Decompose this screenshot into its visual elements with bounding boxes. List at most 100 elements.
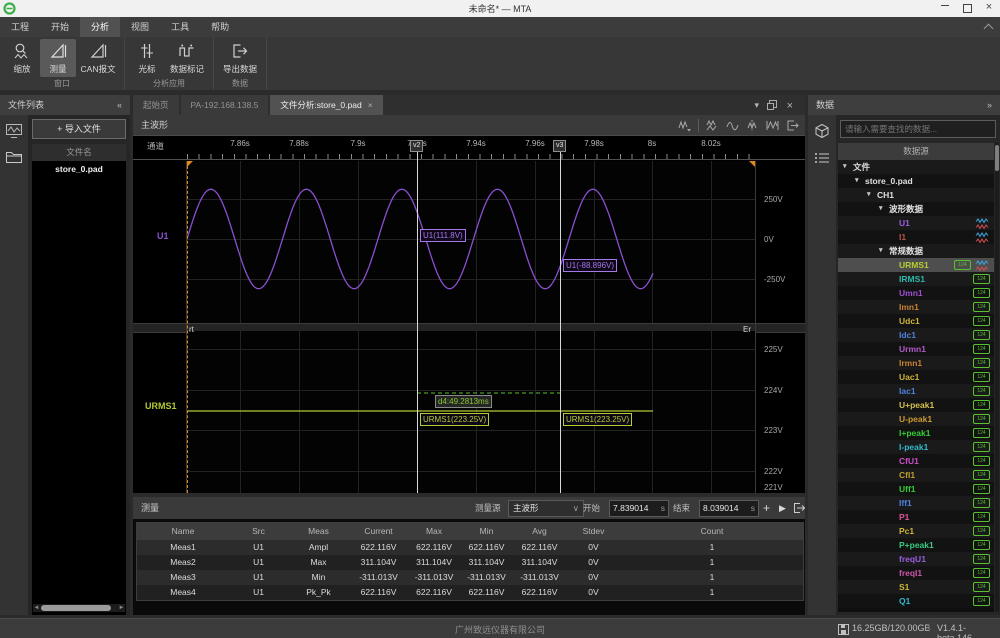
tree-expand-icon[interactable]: ▾ [843, 160, 847, 174]
scroll-left-icon[interactable]: ◄ [33, 604, 40, 612]
wave-overlay-icon[interactable] [698, 119, 719, 132]
tree-item[interactable]: ▾store_0.pad [838, 174, 994, 188]
marker-button[interactable]: 数据标记 [165, 39, 209, 77]
float-window-icon[interactable] [767, 100, 777, 110]
column-header[interactable]: Count [621, 523, 803, 540]
file-item[interactable]: store_0.pad [32, 161, 126, 177]
wave-measure-icon[interactable] [766, 119, 779, 132]
tree-item[interactable]: IRMS1124 [838, 272, 994, 286]
data-search-input[interactable] [840, 120, 996, 138]
column-header[interactable]: Src [229, 523, 288, 540]
tree-item[interactable]: Iac1124 [838, 384, 994, 398]
scroll-right-icon[interactable]: ► [118, 604, 125, 612]
export-button[interactable]: 导出数据 [218, 39, 262, 77]
wave-line-icon[interactable] [726, 119, 739, 132]
close-tabs-icon[interactable]: × [787, 100, 793, 112]
table-row[interactable]: Meas4U1Pk_Pk622.116V622.116V622.116V622.… [137, 585, 803, 600]
wave-menu-icon[interactable] [678, 119, 691, 132]
measure-button[interactable]: 测量 [40, 39, 76, 77]
column-header[interactable]: Meas [288, 523, 349, 540]
menu-item[interactable]: 帮助 [200, 17, 240, 37]
tree-expand-icon[interactable]: ▾ [879, 244, 883, 258]
menu-item[interactable]: 分析 [80, 17, 120, 37]
tree-item[interactable]: Pc1124 [838, 524, 994, 538]
tree-item[interactable]: Iff1124 [838, 496, 994, 510]
tree-item[interactable]: Uff1124 [838, 482, 994, 496]
tree-item[interactable]: P+peak1124 [838, 538, 994, 552]
tree-item[interactable]: freqI1124 [838, 566, 994, 580]
document-tab[interactable]: PA-192.168.138.5 [181, 95, 269, 115]
collapse-ribbon-icon[interactable] [984, 24, 994, 34]
import-file-button[interactable]: + 导入文件 [32, 119, 126, 139]
column-header[interactable]: Stdev [566, 523, 621, 540]
tree-item[interactable]: U+peak1124 [838, 398, 994, 412]
menu-item[interactable]: 开始 [40, 17, 80, 37]
tree-expand-icon[interactable]: ▾ [879, 202, 883, 216]
tree-expand-icon[interactable]: ▾ [855, 174, 859, 188]
file-column-header[interactable]: 文件名 [32, 144, 126, 161]
column-header[interactable]: Current [349, 523, 408, 540]
tree-item[interactable]: Imn1124 [838, 300, 994, 314]
tree-item[interactable]: I-peak1124 [838, 440, 994, 454]
tree-item[interactable]: Urmn1124 [838, 342, 994, 356]
column-header[interactable]: Avg [513, 523, 566, 540]
maximize-button[interactable] [958, 1, 976, 16]
add-measure-icon[interactable]: + [763, 497, 770, 519]
end-time-field[interactable]: 8.039014 s [699, 500, 759, 517]
column-header[interactable]: Name [137, 523, 229, 540]
folder-view-icon[interactable] [5, 149, 23, 164]
tree-item[interactable]: P1124 [838, 510, 994, 524]
collapse-panel-icon[interactable]: « [117, 95, 122, 115]
measure-source-select[interactable]: 主波形∨ [508, 500, 584, 517]
tree-expand-icon[interactable]: ▾ [867, 188, 871, 202]
menu-item[interactable]: 工程 [0, 17, 40, 37]
datasource-icon[interactable] [814, 123, 831, 140]
tree-item[interactable]: U-peak1124 [838, 412, 994, 426]
urms1-plot[interactable] [187, 331, 755, 493]
tree-scrollbar[interactable] [995, 143, 999, 612]
tree-item[interactable]: URMS1124 [838, 258, 994, 272]
close-tab-icon[interactable]: × [368, 100, 373, 110]
export-waveform-icon[interactable] [786, 119, 799, 132]
wave-sample-icon[interactable] [746, 119, 759, 132]
document-tab[interactable]: 起始页 [133, 95, 179, 115]
menu-item[interactable]: 工具 [160, 17, 200, 37]
table-row[interactable]: Meas3U1Min-311.013V-311.013V-311.013V-31… [137, 570, 803, 585]
tree-item[interactable]: I1 [838, 230, 994, 244]
file-list-scrollbar[interactable]: ◄ ► [33, 604, 125, 612]
tree-item[interactable]: CfI1124 [838, 468, 994, 482]
tree-item[interactable]: I+peak1124 [838, 426, 994, 440]
tree-item[interactable]: Irmn1124 [838, 356, 994, 370]
tree-header[interactable]: 数据源 [838, 143, 994, 160]
tree-item[interactable]: S1124 [838, 580, 994, 594]
table-row[interactable]: Meas1U1Ampl622.116V622.116V622.116V622.1… [137, 540, 803, 555]
export-measure-icon[interactable] [793, 502, 806, 514]
expand-panel-icon[interactable]: » [987, 95, 992, 115]
tree-item[interactable]: Umn1124 [838, 286, 994, 300]
start-time-field[interactable]: 7.839014 s [609, 500, 669, 517]
list-view-icon[interactable] [814, 151, 831, 165]
tree-item[interactable]: Idc1124 [838, 328, 994, 342]
u1-plot[interactable] [187, 161, 755, 323]
tree-item[interactable]: ▾波形数据 [838, 202, 994, 216]
menu-item[interactable]: 视图 [120, 17, 160, 37]
column-header[interactable]: Min [460, 523, 513, 540]
tree-item[interactable]: ▾文件 [838, 160, 994, 174]
cursor-button[interactable]: 光标 [129, 39, 165, 77]
run-measure-icon[interactable]: ▶ [779, 497, 786, 519]
table-row[interactable]: Meas2U1Max311.104V311.104V311.104V311.10… [137, 555, 803, 570]
tree-item[interactable]: ▾常规数据 [838, 244, 994, 258]
tree-item[interactable]: Udc1124 [838, 314, 994, 328]
zoom-button[interactable]: 缩放 [4, 39, 40, 77]
tree-item[interactable]: freqU1124 [838, 552, 994, 566]
minimize-button[interactable] [936, 1, 954, 16]
display-view-icon[interactable] [5, 123, 23, 139]
tree-item[interactable]: ▾CH1 [838, 188, 994, 202]
tree-item[interactable]: CfU1124 [838, 454, 994, 468]
tree-item[interactable]: Q1124 [838, 594, 994, 608]
close-button[interactable]: × [980, 1, 998, 16]
tree-item[interactable]: Uac1124 [838, 370, 994, 384]
tab-dropdown-icon[interactable]: ▾ [754, 100, 759, 111]
can-button[interactable]: CAN报文 [76, 39, 120, 77]
column-header[interactable]: Max [408, 523, 460, 540]
